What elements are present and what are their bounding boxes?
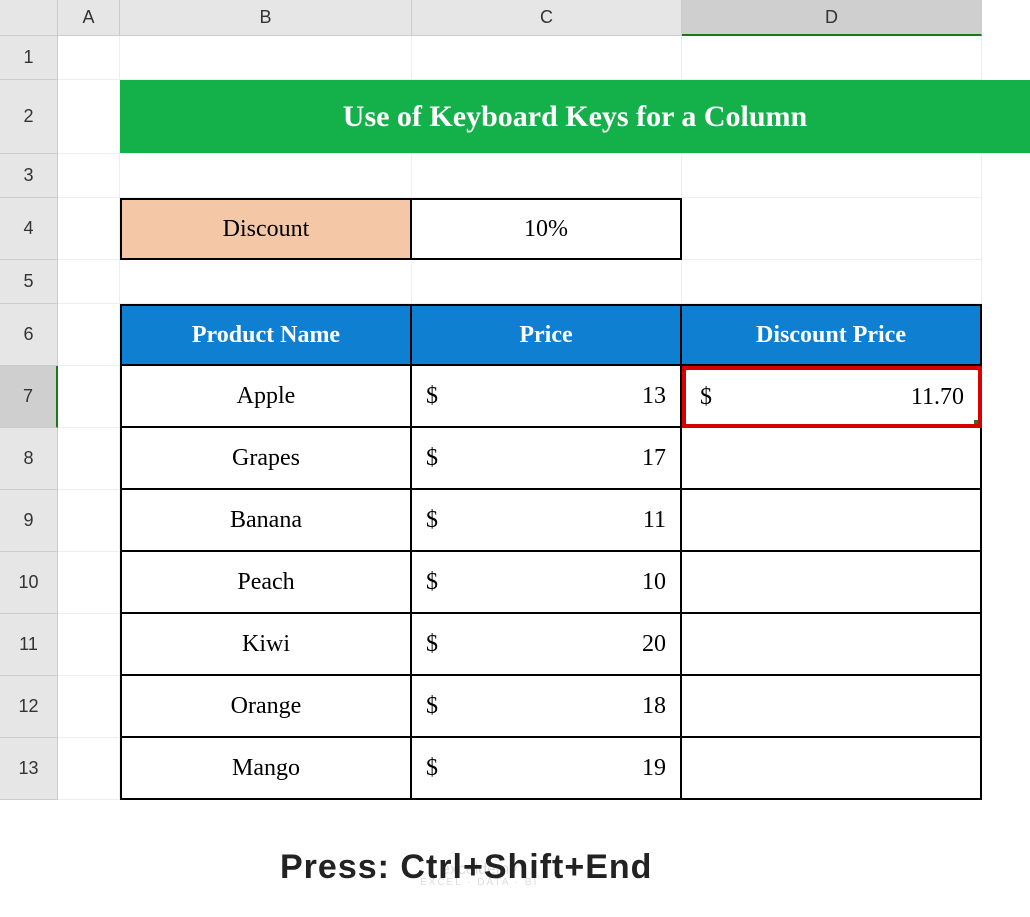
- th-product-name[interactable]: Product Name: [120, 304, 412, 366]
- price-value: 10: [642, 569, 666, 596]
- cell-D1[interactable]: [682, 36, 982, 80]
- cell-A13[interactable]: [58, 738, 120, 800]
- td-price-4[interactable]: $ 20: [412, 614, 682, 676]
- currency-symbol: $: [426, 383, 438, 410]
- price-value: 20: [642, 631, 666, 658]
- currency-symbol: $: [426, 507, 438, 534]
- td-price-1[interactable]: $ 17: [412, 428, 682, 490]
- row-header-1[interactable]: 1: [0, 36, 58, 80]
- row-header-11[interactable]: 11: [0, 614, 58, 676]
- currency-symbol: $: [700, 384, 712, 411]
- th-price[interactable]: Price: [412, 304, 682, 366]
- col-header-C[interactable]: C: [412, 0, 682, 36]
- td-name-3[interactable]: Peach: [120, 552, 412, 614]
- cell-B5[interactable]: [120, 260, 412, 304]
- currency-symbol: $: [426, 693, 438, 720]
- cell-B1[interactable]: [120, 36, 412, 80]
- currency-symbol: $: [426, 755, 438, 782]
- td-discount-0[interactable]: $ 11.70: [682, 366, 982, 428]
- row-header-13[interactable]: 13: [0, 738, 58, 800]
- cell-A12[interactable]: [58, 676, 120, 738]
- td-discount-5[interactable]: [682, 676, 982, 738]
- cell-D4[interactable]: [682, 198, 982, 260]
- currency-symbol: $: [426, 445, 438, 472]
- cell-C3[interactable]: [412, 154, 682, 198]
- title-banner: Use of Keyboard Keys for a Column: [120, 80, 1030, 154]
- cell-A4[interactable]: [58, 198, 120, 260]
- select-all-corner[interactable]: [0, 0, 58, 36]
- row-header-2[interactable]: 2: [0, 80, 58, 154]
- price-value: 18: [642, 693, 666, 720]
- cell-D3[interactable]: [682, 154, 982, 198]
- td-name-5[interactable]: Orange: [120, 676, 412, 738]
- col-header-B[interactable]: B: [120, 0, 412, 36]
- td-name-4[interactable]: Kiwi: [120, 614, 412, 676]
- td-price-2[interactable]: $ 11: [412, 490, 682, 552]
- cell-A11[interactable]: [58, 614, 120, 676]
- currency-symbol: $: [426, 631, 438, 658]
- fill-handle[interactable]: [974, 420, 982, 428]
- row-header-12[interactable]: 12: [0, 676, 58, 738]
- price-value: 13: [642, 383, 666, 410]
- row-header-9[interactable]: 9: [0, 490, 58, 552]
- currency-symbol: $: [426, 569, 438, 596]
- td-discount-6[interactable]: [682, 738, 982, 800]
- td-discount-1[interactable]: [682, 428, 982, 490]
- cell-C5[interactable]: [412, 260, 682, 304]
- td-name-6[interactable]: Mango: [120, 738, 412, 800]
- row-header-5[interactable]: 5: [0, 260, 58, 304]
- cell-A3[interactable]: [58, 154, 120, 198]
- cell-A2[interactable]: [58, 80, 120, 154]
- cell-A9[interactable]: [58, 490, 120, 552]
- td-price-0[interactable]: $ 13: [412, 366, 682, 428]
- col-header-A[interactable]: A: [58, 0, 120, 36]
- row-header-6[interactable]: 6: [0, 304, 58, 366]
- td-price-5[interactable]: $ 18: [412, 676, 682, 738]
- cell-C1[interactable]: [412, 36, 682, 80]
- price-value: 11: [643, 507, 666, 534]
- discount-value[interactable]: 10%: [412, 198, 682, 260]
- td-price-3[interactable]: $ 10: [412, 552, 682, 614]
- col-header-D[interactable]: D: [682, 0, 982, 36]
- td-price-6[interactable]: $ 19: [412, 738, 682, 800]
- td-name-2[interactable]: Banana: [120, 490, 412, 552]
- row-header-8[interactable]: 8: [0, 428, 58, 490]
- cell-A7[interactable]: [58, 366, 120, 428]
- cell-B3[interactable]: [120, 154, 412, 198]
- cell-A10[interactable]: [58, 552, 120, 614]
- cell-D5[interactable]: [682, 260, 982, 304]
- td-name-1[interactable]: Grapes: [120, 428, 412, 490]
- price-value: 19: [642, 755, 666, 782]
- discount-label[interactable]: Discount: [120, 198, 412, 260]
- spreadsheet-screenshot: A B C D 1 2 Use of Keyboard Keys for a C…: [0, 0, 1030, 917]
- td-discount-4[interactable]: [682, 614, 982, 676]
- td-discount-2[interactable]: [682, 490, 982, 552]
- cell-A5[interactable]: [58, 260, 120, 304]
- row-header-3[interactable]: 3: [0, 154, 58, 198]
- cell-A1[interactable]: [58, 36, 120, 80]
- td-discount-3[interactable]: [682, 552, 982, 614]
- cell-A6[interactable]: [58, 304, 120, 366]
- th-discount-price[interactable]: Discount Price: [682, 304, 982, 366]
- td-name-0[interactable]: Apple: [120, 366, 412, 428]
- discount-price-value: 11.70: [911, 384, 964, 411]
- row-header-4[interactable]: 4: [0, 198, 58, 260]
- cell-A8[interactable]: [58, 428, 120, 490]
- row-header-7[interactable]: 7: [0, 366, 58, 428]
- price-value: 17: [642, 445, 666, 472]
- instruction-text: Press: Ctrl+Shift+End: [280, 848, 652, 887]
- row-header-10[interactable]: 10: [0, 552, 58, 614]
